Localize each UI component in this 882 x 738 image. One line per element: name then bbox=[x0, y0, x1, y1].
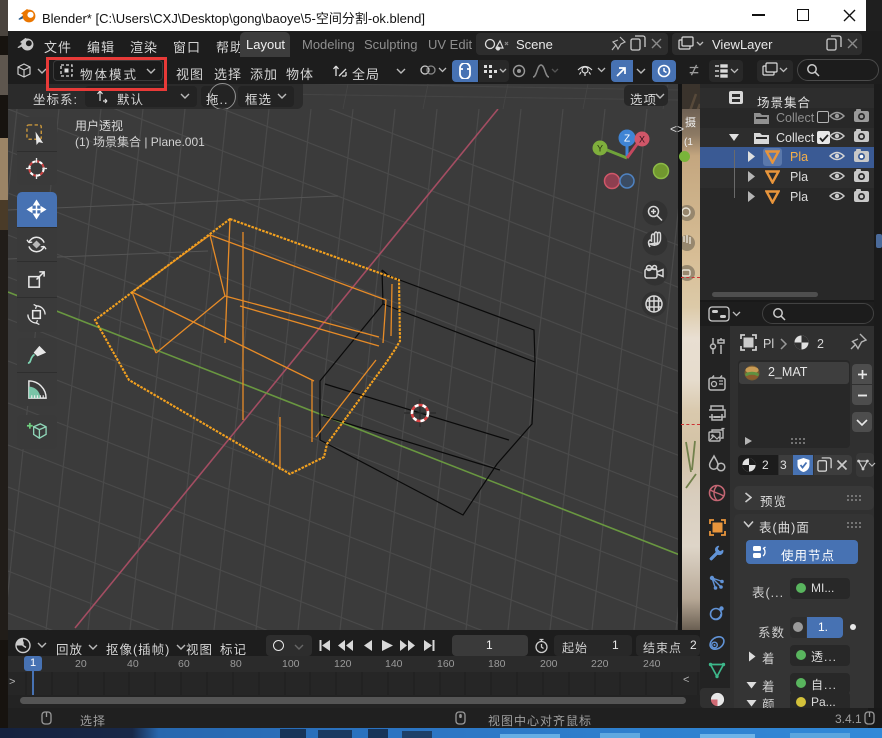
svg-text:Z: Z bbox=[624, 134, 630, 145]
svg-text:X: X bbox=[639, 135, 645, 145]
svg-text:Y: Y bbox=[597, 144, 603, 154]
